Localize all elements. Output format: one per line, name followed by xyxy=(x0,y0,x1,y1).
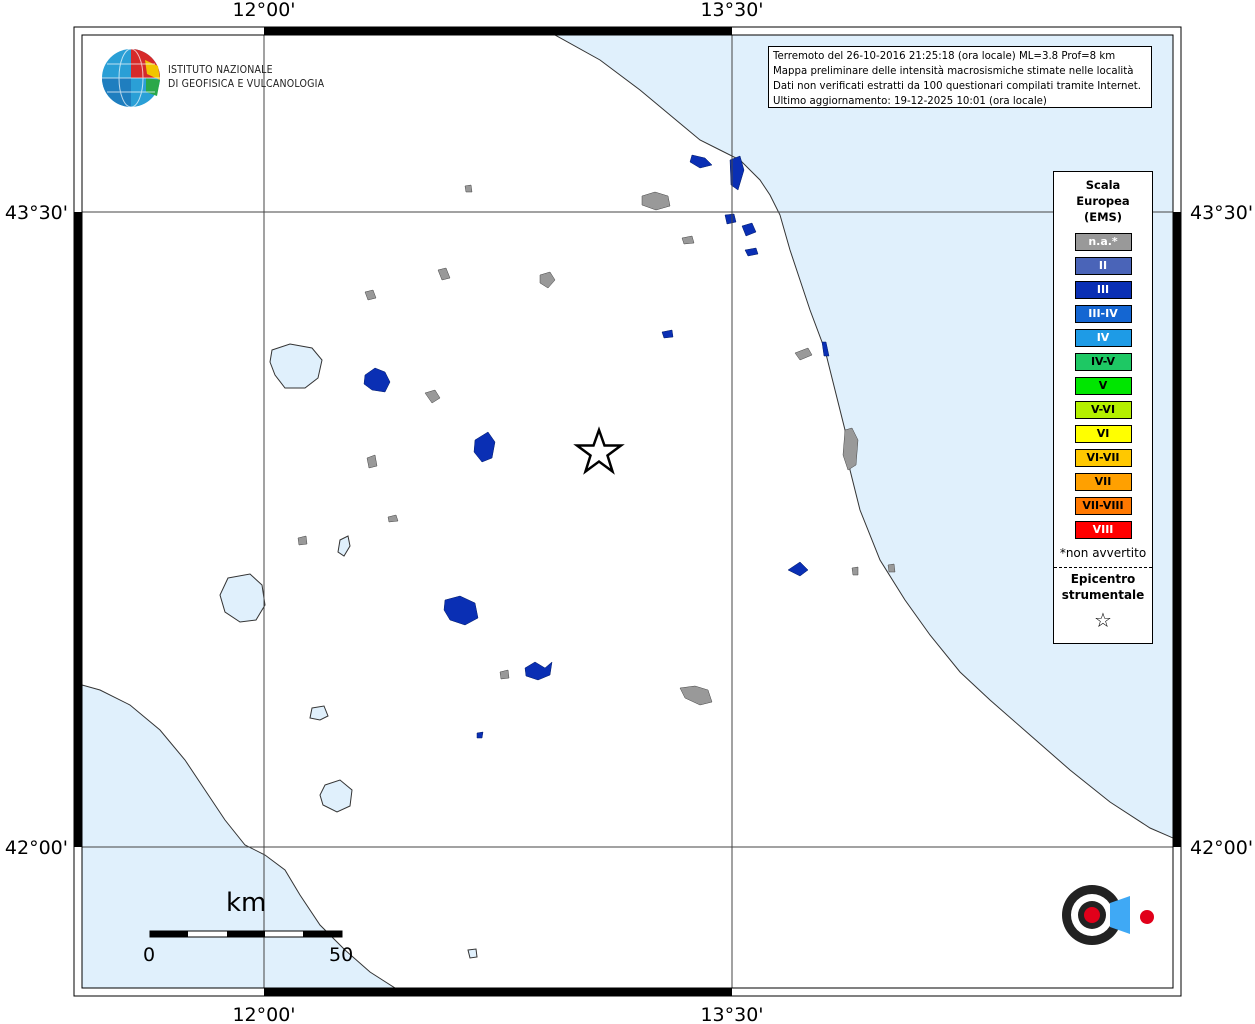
legend-swatch-vi: VI xyxy=(1074,425,1132,443)
lat-label-right-bottom: 42°00' xyxy=(1190,837,1253,859)
legend-epicenter-label: Epicentro strumentale xyxy=(1061,572,1145,602)
legend-swatch-v: V xyxy=(1074,377,1132,395)
legend-swatch-iv: IV xyxy=(1074,329,1132,347)
legend-swatch-vii: VII xyxy=(1074,473,1132,491)
legend-title: Scala Europea (EMS) xyxy=(1076,178,1130,224)
lon-label-top-left: 12°00' xyxy=(232,0,295,21)
legend-swatch-viiviii: VII-VIII xyxy=(1074,497,1132,515)
lat-label-left-top: 43°30' xyxy=(5,202,68,224)
frame-bar-left xyxy=(74,212,82,847)
legend-separator xyxy=(1054,567,1152,568)
frame-bar-bottom xyxy=(264,988,732,996)
ems-legend: Scala Europea (EMS) n.a.* II III III-IV IV IV… xyxy=(1053,171,1153,644)
event-info-box: Terremoto del 26-10-2016 21:25:18 (ora l… xyxy=(768,46,1152,108)
lake-vico xyxy=(309,705,329,721)
legend-swatch-vivii: VI-VII xyxy=(1074,449,1132,467)
ingv-globe-icon xyxy=(102,48,160,108)
legend-swatch-iiiiv: III-IV xyxy=(1074,305,1132,323)
lat-label-right-top: 43°30' xyxy=(1190,202,1253,224)
legend-note: *non avvertito xyxy=(1059,546,1147,560)
lon-label-bottom-right: 13°30' xyxy=(700,1004,763,1024)
scale-end-label: 50 xyxy=(329,944,354,966)
scale-unit-label: km xyxy=(226,888,267,918)
lon-label-bottom-left: 12°00' xyxy=(232,1004,295,1024)
scale-start-label: 0 xyxy=(143,944,156,966)
event-info-line: Terremoto del 26-10-2016 21:25:18 (ora l… xyxy=(773,51,1116,62)
legend-swatch-ii: II xyxy=(1074,257,1132,275)
legend-swatch-iii: III xyxy=(1074,281,1132,299)
map-description-line: Mappa preliminare delle intensità macros… xyxy=(773,66,1134,77)
scale-bar xyxy=(149,930,343,938)
frame-bar-right xyxy=(1173,212,1181,847)
last-update-line: Ultimo aggiornamento: 19-12-2025 10:01 (… xyxy=(773,96,1047,107)
legend-swatch-vvi: V-VI xyxy=(1074,401,1132,419)
frame-bar-top xyxy=(264,27,732,35)
ingv-name-line2: DI GEOFISICA E VULCANOLOGIA xyxy=(168,78,325,90)
legend-swatch-viii: VIII xyxy=(1074,521,1132,539)
data-source-line: Dati non verificati estratti da 100 ques… xyxy=(773,81,1141,92)
legend-swatch-ivv: IV-V xyxy=(1074,353,1132,371)
lat-label-left-bottom: 42°00' xyxy=(5,837,68,859)
lake-albano xyxy=(467,948,478,959)
star-icon: ☆ xyxy=(1094,608,1112,632)
lon-label-top-right: 13°30' xyxy=(700,0,763,21)
ingv-name-line1: ISTITUTO NAZIONALE xyxy=(168,64,273,76)
legend-swatches: n.a.* II III III-IV IV IV-V V V-VI VI VI-VII VII VI… xyxy=(1054,233,1152,539)
legend-swatch-na: n.a.* xyxy=(1074,233,1132,251)
